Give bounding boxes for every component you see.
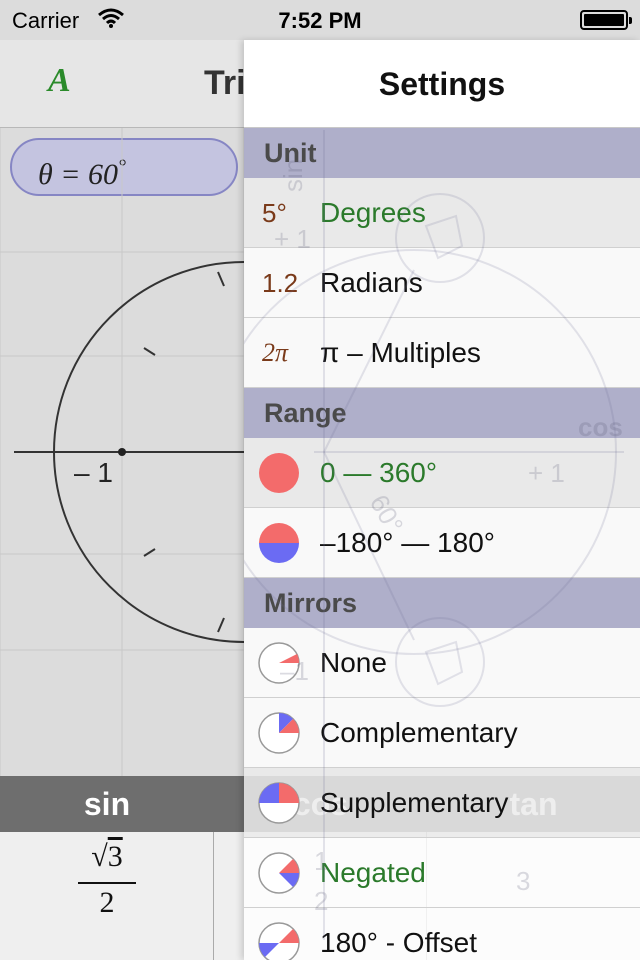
- mirror-offset-row[interactable]: 180° - Offset: [244, 908, 640, 960]
- mirror-complementary-label: Complementary: [320, 717, 518, 748]
- range-0-360-label: 0 — 360°: [320, 457, 438, 488]
- pi-multiples-prefix: 2π: [262, 338, 289, 367]
- range-minus180-180-label: –180° — 180°: [320, 527, 495, 558]
- clock: 7:52 PM: [278, 8, 362, 33]
- degrees-label: Degrees: [320, 197, 426, 228]
- settings-panel: Settings Unit 5° Degrees 1.2 Radians 2π …: [244, 40, 640, 960]
- section-header-range: Range: [244, 388, 640, 438]
- sin-numerator: 3: [107, 840, 123, 873]
- app-title: Tri: [204, 64, 246, 102]
- sin-denominator: 2: [99, 886, 115, 919]
- font-button[interactable]: A: [48, 62, 71, 100]
- mirror-none-icon: [258, 642, 300, 684]
- mirror-none-row[interactable]: None: [244, 628, 640, 698]
- mirror-complementary-row[interactable]: Complementary: [244, 698, 640, 768]
- red-circle-icon: [259, 453, 299, 493]
- pi-multiples-label: π – Multiples: [320, 337, 481, 368]
- degrees-prefix: 5°: [262, 198, 287, 228]
- half-red-blue-circle-icon: [259, 523, 299, 563]
- mirror-supplementary-icon: [258, 782, 300, 824]
- status-bar: Carrier 7:52 PM: [0, 0, 640, 40]
- minus-one-label: – 1: [74, 457, 113, 488]
- range-minus180-180-row[interactable]: –180° — 180°: [244, 508, 640, 578]
- section-header-unit: Unit: [244, 128, 640, 178]
- mirror-negated-row[interactable]: Negated: [244, 838, 640, 908]
- settings-title: Settings: [244, 40, 640, 128]
- unit-degrees-row[interactable]: 5° Degrees: [244, 178, 640, 248]
- unit-radians-row[interactable]: 1.2 Radians: [244, 248, 640, 318]
- range-0-360-row[interactable]: 0 — 360°: [244, 438, 640, 508]
- mirror-negated-icon: [258, 852, 300, 894]
- radians-label: Radians: [320, 267, 423, 298]
- section-header-mirrors: Mirrors: [244, 578, 640, 628]
- sin-value: √3 2: [78, 840, 136, 920]
- mirror-offset-icon: [258, 922, 300, 960]
- sin-header: sin: [0, 776, 214, 832]
- battery-icon: [580, 10, 632, 30]
- unit-pi-multiples-row[interactable]: 2π π – Multiples: [244, 318, 640, 388]
- mirror-complementary-icon: [258, 712, 300, 754]
- mirror-supplementary-row[interactable]: Supplementary: [244, 768, 640, 838]
- mirror-supplementary-label: Supplementary: [320, 787, 509, 818]
- mirror-negated-label: Negated: [320, 857, 426, 888]
- mirror-none-label: None: [320, 647, 387, 678]
- mirror-offset-label: 180° - Offset: [320, 927, 477, 958]
- point-minus-one: [118, 448, 126, 456]
- radians-prefix: 1.2: [262, 268, 299, 298]
